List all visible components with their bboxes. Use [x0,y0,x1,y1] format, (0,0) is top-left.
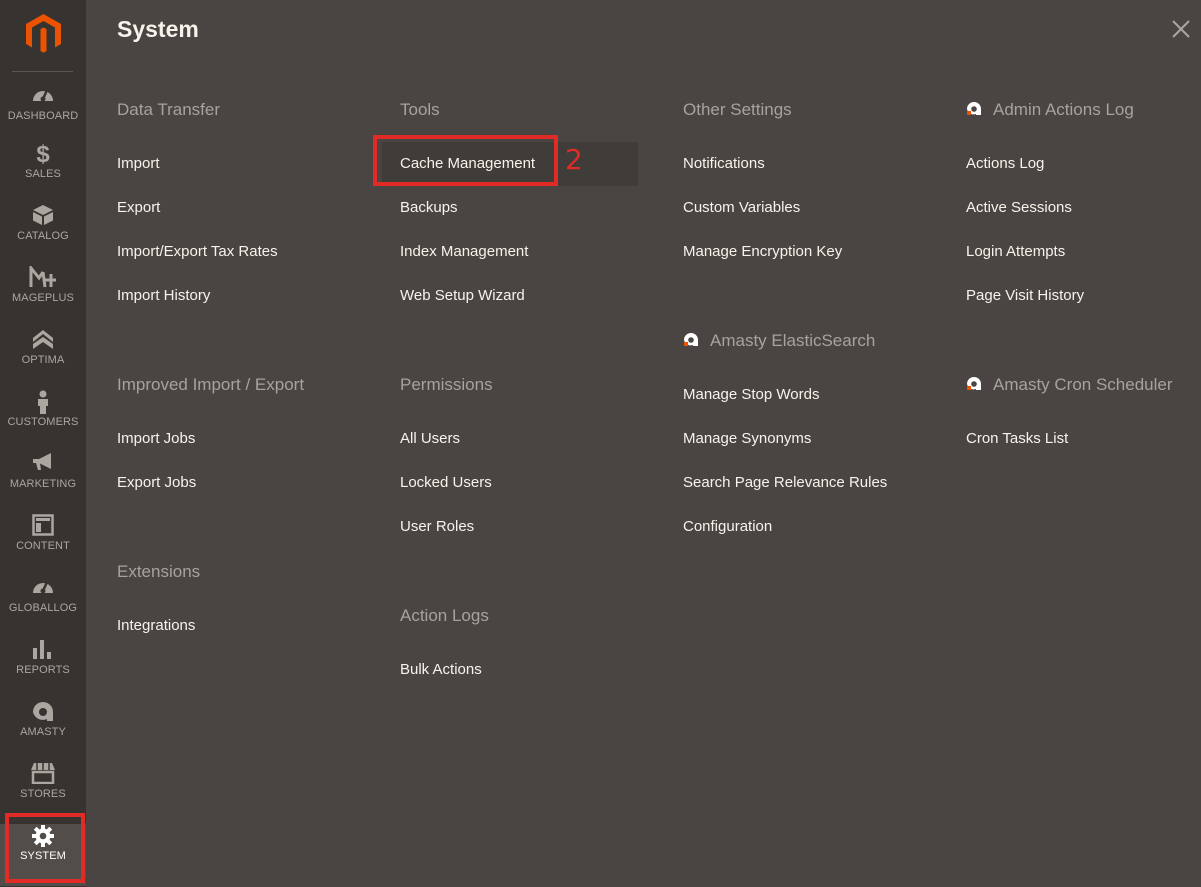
nav-label: OPTIMA [21,354,65,366]
link-web-setup-wizard[interactable]: Web Setup Wizard [400,287,525,304]
section-title-tools: Tools [400,100,440,119]
section-title-text: Amasty Cron Scheduler [993,375,1173,394]
link-actions-log[interactable]: Actions Log [966,155,1044,172]
nav-label: STORES [20,788,66,800]
highlight-box-system [5,813,85,883]
nav-dashboard[interactable]: DASHBOARD [0,84,86,146]
section-title-permissions: Permissions [400,375,493,394]
nav-globallog[interactable]: GLOBALLOG [0,576,86,638]
cube-icon [0,204,86,230]
link-custom-variables[interactable]: Custom Variables [683,199,800,216]
bar-chart-icon [0,638,86,664]
nav-label: MAGEPLUS [12,292,74,304]
nav-label: GLOBALLOG [8,602,78,614]
nav-label: AMASTY [20,726,66,738]
amasty-icon [967,377,981,390]
amasty-icon [967,102,981,115]
mageplus-icon [0,263,86,292]
link-backups[interactable]: Backups [400,199,458,216]
nav-label: CATALOG [17,230,69,242]
dashboard-icon [0,84,86,110]
nav-content[interactable]: CONTENT [0,514,86,576]
amasty-icon [684,333,698,346]
section-title-extensions: Extensions [117,562,201,581]
link-import-history[interactable]: Import History [117,287,210,304]
dollar-icon: $ [36,141,50,168]
magento-logo[interactable] [26,14,61,54]
link-page-visit-history[interactable]: Page Visit History [966,287,1084,304]
section-title-improved-import-export: Improved Import / Export [117,375,305,394]
amasty-icon [0,700,86,726]
nav-mageplus[interactable]: MAGEPLUS [0,263,86,328]
link-configuration[interactable]: Configuration [683,518,772,535]
megaphone-icon [0,452,86,478]
nav-label: REPORTS [16,664,70,676]
person-icon [0,390,86,416]
section-title-text: Admin Actions Log [993,100,1134,119]
link-search-page-relevance-rules[interactable]: Search Page Relevance Rules [683,474,887,491]
layout-icon [0,514,86,540]
link-integrations[interactable]: Integrations [117,617,195,634]
nav-marketing[interactable]: MARKETING [0,452,86,514]
nav-label: DASHBOARD [7,110,79,122]
step-number-2: 2 [565,143,583,176]
close-icon[interactable] [1170,18,1192,40]
link-manage-stop-words[interactable]: Manage Stop Words [683,386,819,403]
nav-label: CONTENT [16,540,70,552]
link-manage-synonyms[interactable]: Manage Synonyms [683,430,811,447]
nav-label: MARKETING [9,478,77,490]
link-user-roles[interactable]: User Roles [400,518,474,535]
section-title-amasty-cron-scheduler: Amasty Cron Scheduler [966,375,1173,395]
section-title-text: Amasty ElasticSearch [710,331,876,350]
section-title-action-logs: Action Logs [400,606,489,625]
link-bulk-actions[interactable]: Bulk Actions [400,661,482,678]
nav-label: SALES [25,168,61,180]
link-locked-users[interactable]: Locked Users [400,474,492,491]
link-export[interactable]: Export [117,199,160,216]
nav-catalog[interactable]: CATALOG [0,204,86,266]
link-import[interactable]: Import [117,155,160,172]
store-icon [0,762,86,788]
highlight-box-cache-management [373,135,558,186]
nav-amasty[interactable]: AMASTY [0,700,86,762]
page-title: System [117,16,199,42]
logo-divider [12,71,73,72]
link-all-users[interactable]: All Users [400,430,460,447]
nav-label: CUSTOMERS [7,416,79,428]
nav-optima[interactable]: OPTIMA [0,328,86,390]
link-notifications[interactable]: Notifications [683,155,765,172]
link-login-attempts[interactable]: Login Attempts [966,243,1065,260]
link-cron-tasks-list[interactable]: Cron Tasks List [966,430,1068,447]
section-title-other-settings: Other Settings [683,100,792,119]
link-manage-encryption-key[interactable]: Manage Encryption Key [683,243,842,260]
link-import-jobs[interactable]: Import Jobs [117,430,195,447]
link-import-export-tax-rates[interactable]: Import/Export Tax Rates [117,243,278,260]
section-title-data-transfer: Data Transfer [117,100,220,119]
nav-customers[interactable]: CUSTOMERS [0,390,86,452]
nav-sales[interactable]: $ SALES [0,142,86,204]
section-title-amasty-elasticsearch: Amasty ElasticSearch [683,331,875,351]
link-active-sessions[interactable]: Active Sessions [966,199,1072,216]
link-index-management[interactable]: Index Management [400,243,528,260]
optima-icon [0,328,86,354]
section-title-admin-actions-log: Admin Actions Log [966,100,1134,120]
gauge-icon [0,576,86,602]
nav-reports[interactable]: REPORTS [0,638,86,700]
link-export-jobs[interactable]: Export Jobs [117,474,196,491]
